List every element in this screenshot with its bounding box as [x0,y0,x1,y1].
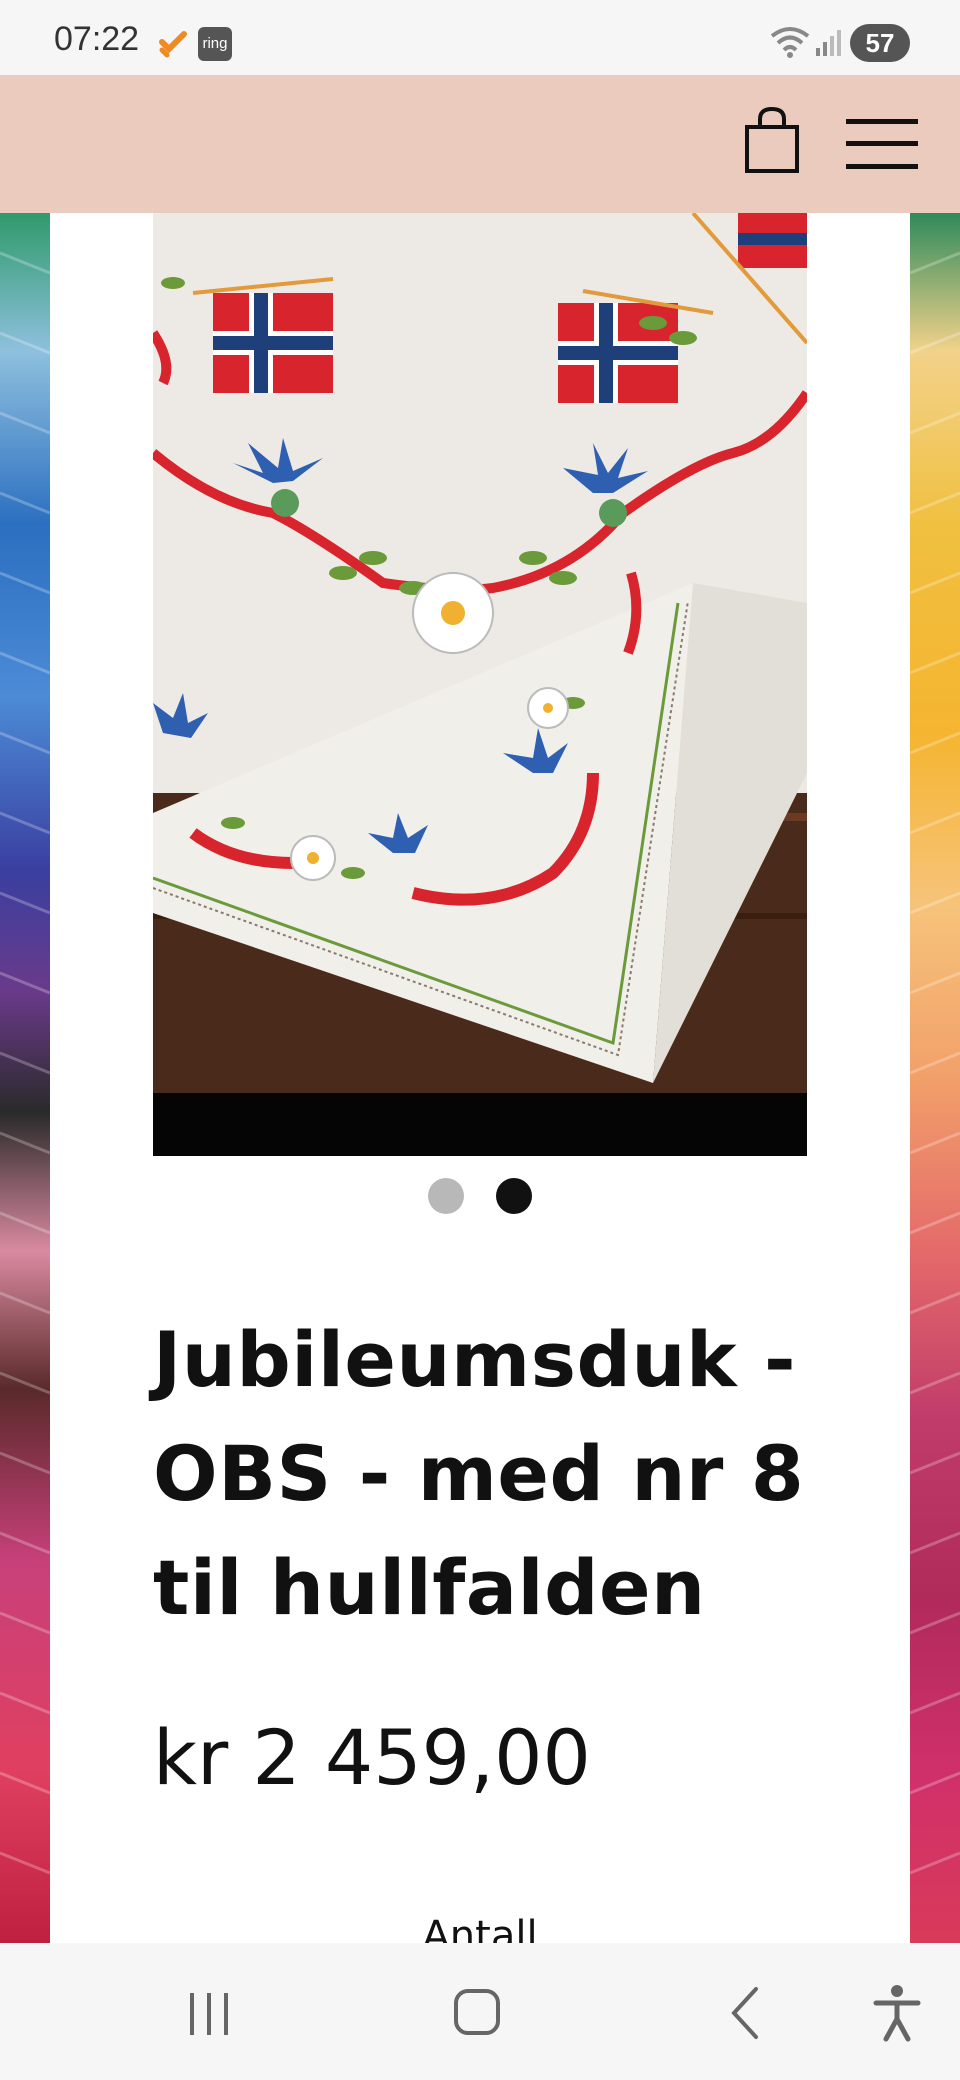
product-image[interactable] [153,213,807,1156]
norwegian-flag-left [192,277,334,393]
daisy-center [412,572,494,654]
quantity-label: Antall [422,1913,538,1943]
signal-icon [816,30,841,56]
product-content: Jubileumsduk - OBS - med nr 8 til hullfa… [50,213,910,1943]
gallery-pagination [50,1178,910,1218]
status-bar: 07:22 ring 57 [0,0,960,75]
yarn-background-left [0,213,50,1943]
accessibility-icon[interactable] [862,1983,932,2043]
wifi-icon [770,27,810,58]
recents-icon[interactable] [174,1983,244,2043]
gallery-dot-1[interactable] [428,1178,464,1214]
product-title: Jubileumsduk - OBS - med nr 8 til hullfa… [153,1315,805,1632]
home-icon[interactable] [442,1983,512,2043]
product-price: kr 2 459,00 [153,1713,591,1802]
status-time: 07:22 [54,20,140,58]
hamburger-menu-icon[interactable] [846,115,918,173]
heart-app-icon [159,31,187,58]
battery-indicator: 57 [850,24,910,62]
yarn-background-right [910,213,960,1943]
gallery-dot-2-active[interactable] [496,1178,532,1214]
shopping-bag-icon[interactable] [742,105,802,177]
back-icon[interactable] [712,1983,782,2043]
site-header [0,75,960,213]
ring-app-icon: ring [198,27,232,61]
system-nav-bar [0,1943,960,2080]
